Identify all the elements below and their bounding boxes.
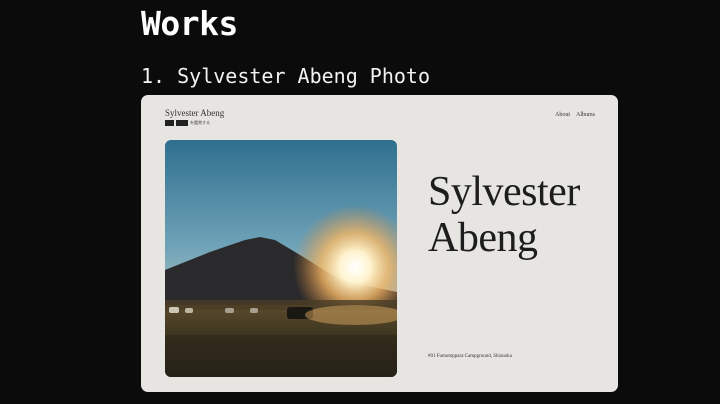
website-screenshot: Sylvester Abeng を鑑賞する About Albums Sylve… xyxy=(141,95,618,392)
hero-photo xyxy=(165,140,397,377)
tagline-box-2 xyxy=(176,120,188,126)
tagline-text: を鑑賞する xyxy=(190,120,210,125)
nav-link-about[interactable]: About xyxy=(555,112,570,118)
nav-link-albums[interactable]: Albums xyxy=(576,112,595,118)
site-logo-name: Sylvester Abeng xyxy=(165,108,225,118)
tagline-box-1 xyxy=(165,120,174,126)
slide-title: Works xyxy=(141,4,238,43)
hero-title-line-2: Abeng xyxy=(428,215,538,261)
site-logo[interactable]: Sylvester Abeng を鑑賞する xyxy=(165,108,224,126)
hero-title: Sylvester Abeng xyxy=(428,169,580,261)
site-logo-tagline: を鑑賞する xyxy=(165,120,224,126)
work-item-heading: 1. Sylvester Abeng Photo xyxy=(141,64,430,88)
site-nav: About Albums xyxy=(555,112,595,118)
hero-title-line-1: Sylvester xyxy=(428,169,580,215)
photo-caption: #01 Fumotoppara Campground, Shizuoka xyxy=(428,354,512,359)
